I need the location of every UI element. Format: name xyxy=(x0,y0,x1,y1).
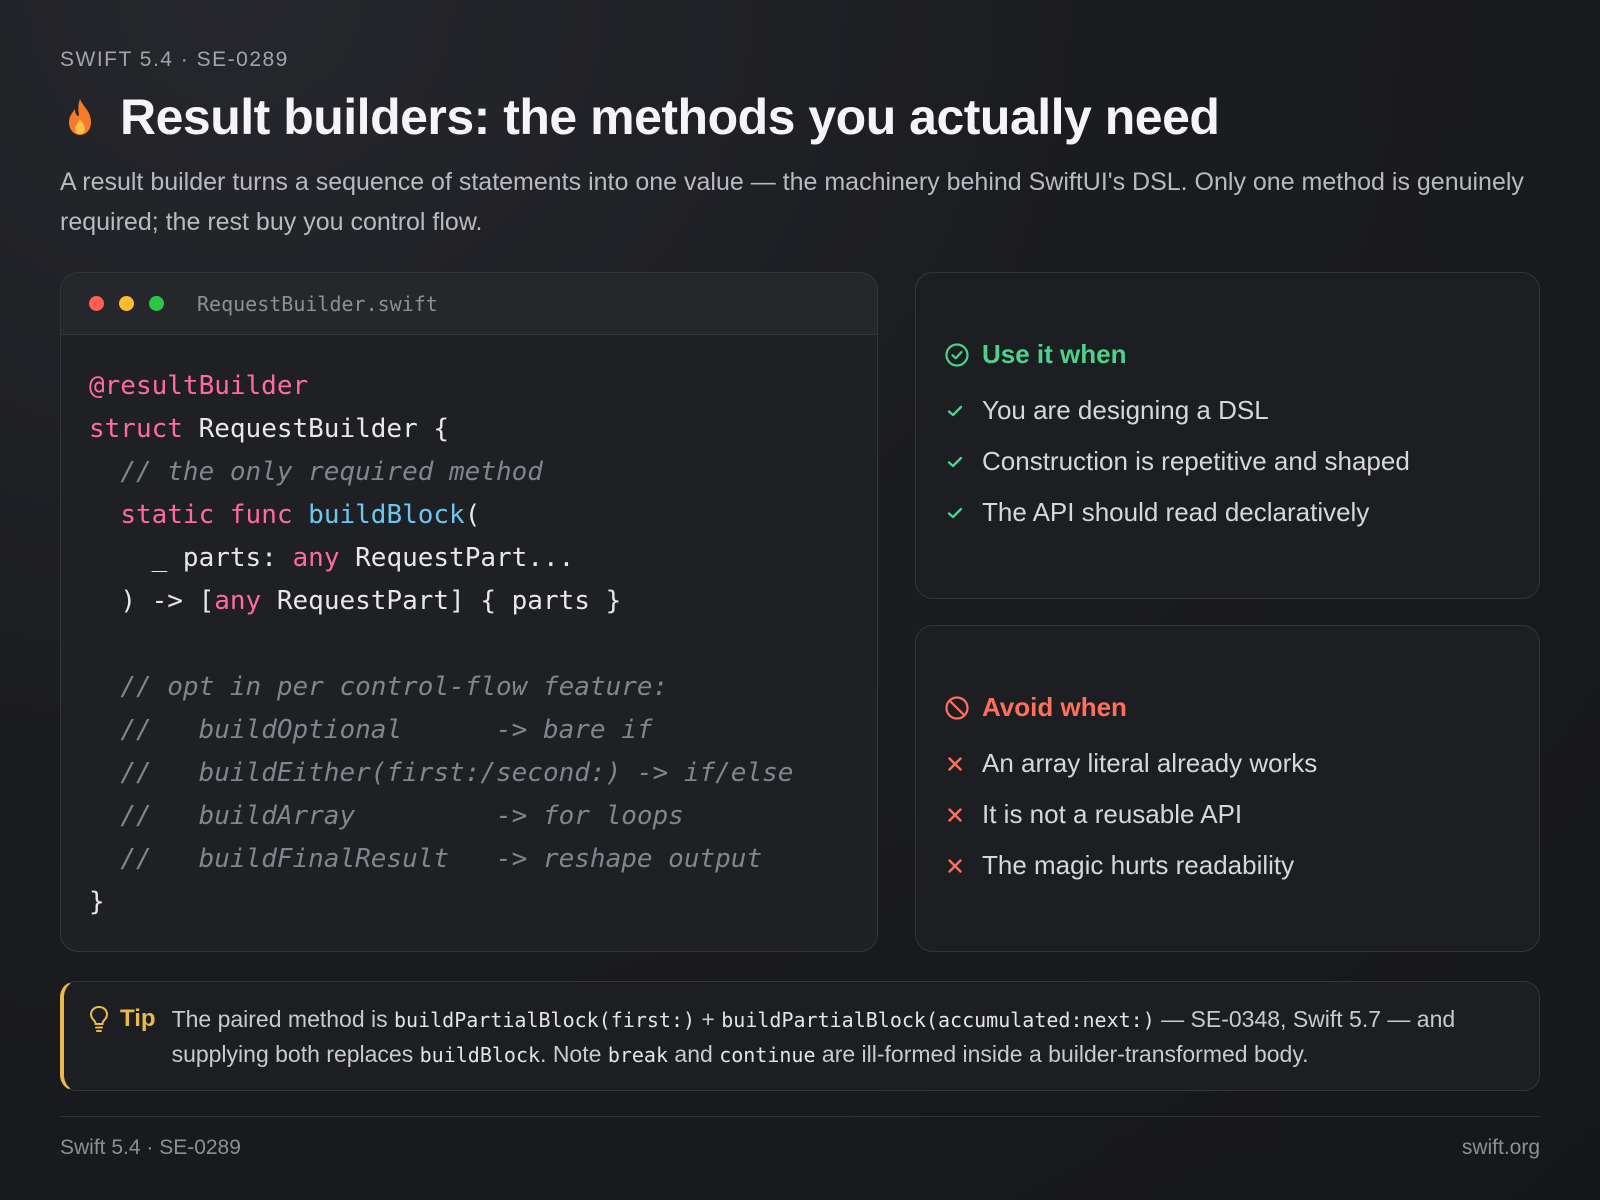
code-token: @resultBuilder xyxy=(89,371,309,401)
check-circle-icon xyxy=(944,342,970,368)
list-item-text: The API should read declaratively xyxy=(982,497,1370,527)
code-token: struct xyxy=(89,414,183,444)
code-token: RequestPart] { parts } xyxy=(261,586,622,616)
footer-left: Swift 5.4 · SE-0289 xyxy=(60,1136,241,1159)
code-token: RequestPart... xyxy=(339,543,575,573)
use-it-when-heading: Use it when xyxy=(944,339,1126,370)
code-token: _ parts: xyxy=(151,543,293,573)
code-line: // buildOptional -> bare if xyxy=(89,709,877,752)
code-token: buildBlock xyxy=(308,500,465,530)
list-item: The magic hurts readability xyxy=(944,840,1317,891)
avoid-when-heading: Avoid when xyxy=(944,692,1127,723)
list-item: It is not a reusable API xyxy=(944,789,1317,840)
code-line: struct RequestBuilder { xyxy=(89,408,877,451)
code-line: @resultBuilder xyxy=(89,365,877,408)
tip-label: Tip xyxy=(120,1005,156,1032)
title-row: Result builders: the methods you actuall… xyxy=(60,88,1220,146)
list-item-text: The magic hurts readability xyxy=(982,850,1295,880)
code-token: RequestBuilder { xyxy=(182,414,450,444)
tip-text-2: + xyxy=(695,1006,722,1032)
list-item-text: Construction is repetitive and shaped xyxy=(982,446,1410,476)
prohibited-icon xyxy=(944,695,970,721)
code-token: any xyxy=(292,543,340,573)
code-token: func xyxy=(229,500,293,530)
code-token: static xyxy=(120,500,215,530)
tip-text-4: . Note xyxy=(540,1041,608,1067)
footer-link[interactable]: swift.org xyxy=(1462,1136,1540,1160)
code-line: } xyxy=(89,881,877,924)
use-it-when-title: Use it when xyxy=(982,339,1127,369)
avoid-when-list: An array literal already works It is not … xyxy=(944,738,1317,891)
tip-code-continue: continue xyxy=(719,1043,816,1067)
minimize-dot xyxy=(119,296,134,311)
cross-icon xyxy=(944,857,966,875)
code-line: // buildEither(first:/second:) -> if/els… xyxy=(89,752,877,795)
tip-code-buildblock: buildBlock xyxy=(419,1043,541,1067)
close-dot xyxy=(89,296,104,311)
code-line: _ parts: any RequestPart... xyxy=(89,537,877,580)
code-token: ) -> [ xyxy=(120,586,215,616)
list-item: The API should read declaratively xyxy=(944,487,1410,538)
use-it-when-card: Use it when You are designing a DSL Const… xyxy=(915,272,1540,599)
code-line: // buildFinalResult -> reshape output xyxy=(89,838,877,881)
tip-callout: Tip The paired method is buildPartialBlo… xyxy=(60,981,1540,1091)
code-line: // the only required method xyxy=(89,451,877,494)
check-icon xyxy=(944,452,966,472)
list-item-text: It is not a reusable API xyxy=(982,799,1243,829)
tip-code-partial-first: buildPartialBlock(first:) xyxy=(394,1008,696,1032)
code-window: RequestBuilder.swift @resultBuilder struc… xyxy=(60,272,878,952)
code-token: // buildEither(first:/second:) -> if/els… xyxy=(120,758,794,788)
code-token: any xyxy=(214,586,262,616)
list-item-text: You are designing a DSL xyxy=(982,395,1269,425)
tip-text-1: The paired method is xyxy=(171,1006,395,1032)
tip-code-break: break xyxy=(607,1043,669,1067)
footer-divider xyxy=(60,1116,1540,1117)
code-token: // opt in per control-flow feature: xyxy=(120,672,669,702)
list-item-text: An array literal already works xyxy=(982,748,1318,778)
zoom-dot xyxy=(149,296,164,311)
tip-text-5: and xyxy=(668,1041,720,1067)
code-line: ) -> [any RequestPart] { parts } xyxy=(89,580,877,623)
check-icon xyxy=(944,503,966,523)
code-token: // buildArray -> for loops xyxy=(120,801,684,831)
avoid-when-title: Avoid when xyxy=(982,692,1127,722)
code-line: static func buildBlock( xyxy=(89,494,877,537)
page-title: Result builders: the methods you actuall… xyxy=(120,89,1220,145)
code-line: // opt in per control-flow feature: xyxy=(89,666,877,709)
code-line: // buildArray -> for loops xyxy=(89,795,877,838)
lede: A result builder turns a sequence of sta… xyxy=(60,168,1524,236)
eyebrow: SWIFT 5.4 · SE-0289 xyxy=(60,48,289,71)
code-window-titlebar: RequestBuilder.swift xyxy=(61,273,877,335)
tip-body: The paired method is buildPartialBlock(f… xyxy=(172,1002,1472,1090)
cross-icon xyxy=(944,755,966,773)
check-icon xyxy=(944,401,966,421)
slide: SWIFT 5.4 · SE-0289 Result builders: the… xyxy=(60,0,1540,1200)
lightbulb-icon xyxy=(88,1004,110,1034)
code-token: ( xyxy=(464,500,481,530)
code-token: // the only required method xyxy=(120,457,543,487)
cross-icon xyxy=(944,806,966,824)
code-token: } xyxy=(89,887,105,917)
list-item: An array literal already works xyxy=(944,738,1317,789)
use-it-when-list: You are designing a DSL Construction is r… xyxy=(944,385,1410,538)
tip-code-partial-accumulated: buildPartialBlock(accumulated:next:) xyxy=(721,1008,1155,1032)
code-block: @resultBuilder struct RequestBuilder { //… xyxy=(61,335,877,924)
avoid-when-card: Avoid when An array literal already work… xyxy=(915,625,1540,952)
list-item: Construction is repetitive and shaped xyxy=(944,436,1410,487)
code-token: // buildFinalResult -> reshape output xyxy=(120,844,763,874)
code-token: // buildOptional -> bare if xyxy=(120,715,653,745)
code-filename: RequestBuilder.swift xyxy=(197,291,438,316)
tip-text-6: are ill-formed inside a builder-transfor… xyxy=(815,1041,1309,1067)
flame-icon xyxy=(60,92,100,142)
list-item: You are designing a DSL xyxy=(944,385,1410,436)
